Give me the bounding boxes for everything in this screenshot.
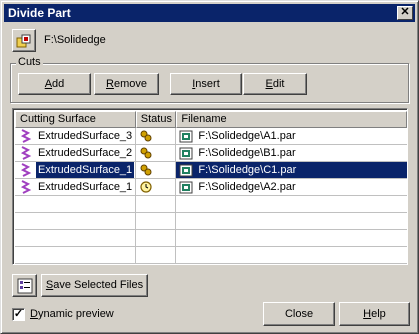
cell-cutting-surface[interactable]: ExtrudedSurface_2 (15, 145, 136, 162)
par-file-icon (179, 147, 193, 159)
cell-status[interactable] (135, 145, 177, 162)
empty-cell (135, 196, 177, 213)
cuts-table[interactable]: Cutting Surface Status Filename Extruded… (12, 108, 408, 265)
close-button[interactable]: Close (263, 302, 335, 326)
table-row[interactable]: ExtrudedSurface_3 F:\Solidedge\A1.par (15, 128, 407, 145)
cell-cutting-surface[interactable]: ExtrudedSurface_1 (15, 162, 136, 179)
empty-cell (176, 213, 407, 230)
filename: F:\Solidedge\B1.par (198, 147, 296, 159)
cell-filename[interactable]: F:\Solidedge\A1.par (176, 128, 407, 145)
par-file-icon (179, 164, 193, 176)
part-status-icon (140, 130, 152, 142)
empty-cell (135, 230, 177, 247)
table-row[interactable]: ExtrudedSurface_1 F:\Solidedge\C1.par (15, 162, 407, 179)
empty-table-row (15, 247, 407, 264)
table-row[interactable]: ExtrudedSurface_1 F:\Solidedge\A2.par (15, 179, 407, 196)
empty-table-row (15, 196, 407, 213)
cell-filename[interactable]: F:\Solidedge\B1.par (176, 145, 407, 162)
cell-filename[interactable]: F:\Solidedge\A2.par (176, 179, 407, 196)
part-status-icon (140, 147, 152, 159)
empty-cell (15, 196, 136, 213)
table-header: Cutting Surface Status Filename (15, 111, 407, 128)
save-selected-files-button[interactable]: Save Selected Files (41, 274, 148, 297)
header-status[interactable]: Status (135, 111, 177, 128)
add-button[interactable]: Add (18, 73, 91, 95)
filename: F:\Solidedge\A2.par (198, 181, 296, 193)
edit-button[interactable]: Edit (243, 73, 307, 95)
empty-cell (176, 247, 407, 264)
surface-icon (20, 146, 32, 160)
table-row[interactable]: ExtrudedSurface_2 F:\Solidedge\B1.par (15, 145, 407, 162)
list-options-button[interactable] (12, 274, 37, 297)
close-window-button[interactable]: ✕ (397, 6, 413, 20)
empty-cell (135, 213, 177, 230)
path-label: F:\Solidedge (44, 34, 106, 46)
empty-cell (15, 213, 136, 230)
browse-folder-button[interactable] (12, 29, 36, 52)
title-bar: Divide Part ✕ (4, 4, 415, 22)
list-icon (17, 278, 32, 293)
header-filename[interactable]: Filename (176, 111, 407, 128)
par-file-icon (179, 181, 193, 193)
surface-name: ExtrudedSurface_2 (38, 147, 133, 159)
window-title: Divide Part (8, 6, 71, 20)
table-body: ExtrudedSurface_3 F:\Solidedge\A1.par Extr… (15, 128, 407, 264)
surface-name: ExtrudedSurface_1 (38, 181, 133, 193)
surface-name: ExtrudedSurface_1 (34, 162, 135, 178)
cell-cutting-surface[interactable]: ExtrudedSurface_1 (15, 179, 136, 196)
header-cutting-surface[interactable]: Cutting Surface (15, 111, 136, 128)
empty-cell (135, 247, 177, 264)
cell-status[interactable] (135, 128, 177, 145)
part-status-icon (140, 164, 152, 176)
surface-icon (20, 129, 32, 143)
cell-filename[interactable]: F:\Solidedge\C1.par (176, 162, 407, 179)
cuts-legend: Cuts (16, 56, 43, 68)
cell-status[interactable] (135, 162, 177, 179)
clock-status-icon (140, 181, 152, 193)
cell-status[interactable] (135, 179, 177, 196)
par-file-icon (179, 130, 193, 142)
empty-cell (176, 196, 407, 213)
empty-cell (15, 247, 136, 264)
empty-table-row (15, 213, 407, 230)
surface-name: ExtrudedSurface_3 (38, 130, 133, 142)
remove-button[interactable]: Remove (94, 73, 159, 95)
dynamic-preview-checkbox[interactable]: ✓ (12, 308, 25, 321)
surface-icon (20, 163, 32, 177)
surface-icon (20, 180, 32, 194)
cell-cutting-surface[interactable]: ExtrudedSurface_3 (15, 128, 136, 145)
insert-button[interactable]: Insert (170, 73, 242, 95)
help-button[interactable]: Help (339, 302, 410, 326)
folder-part-icon (16, 34, 31, 47)
dynamic-preview-label[interactable]: Dynamic preview (30, 308, 114, 320)
divide-part-dialog: Divide Part ✕ F:\Solidedge Cuts Add Remo… (0, 0, 419, 334)
filename: F:\Solidedge\C1.par (196, 162, 299, 178)
empty-table-row (15, 230, 407, 247)
filename: F:\Solidedge\A1.par (198, 130, 296, 142)
empty-cell (176, 230, 407, 247)
empty-cell (15, 230, 136, 247)
